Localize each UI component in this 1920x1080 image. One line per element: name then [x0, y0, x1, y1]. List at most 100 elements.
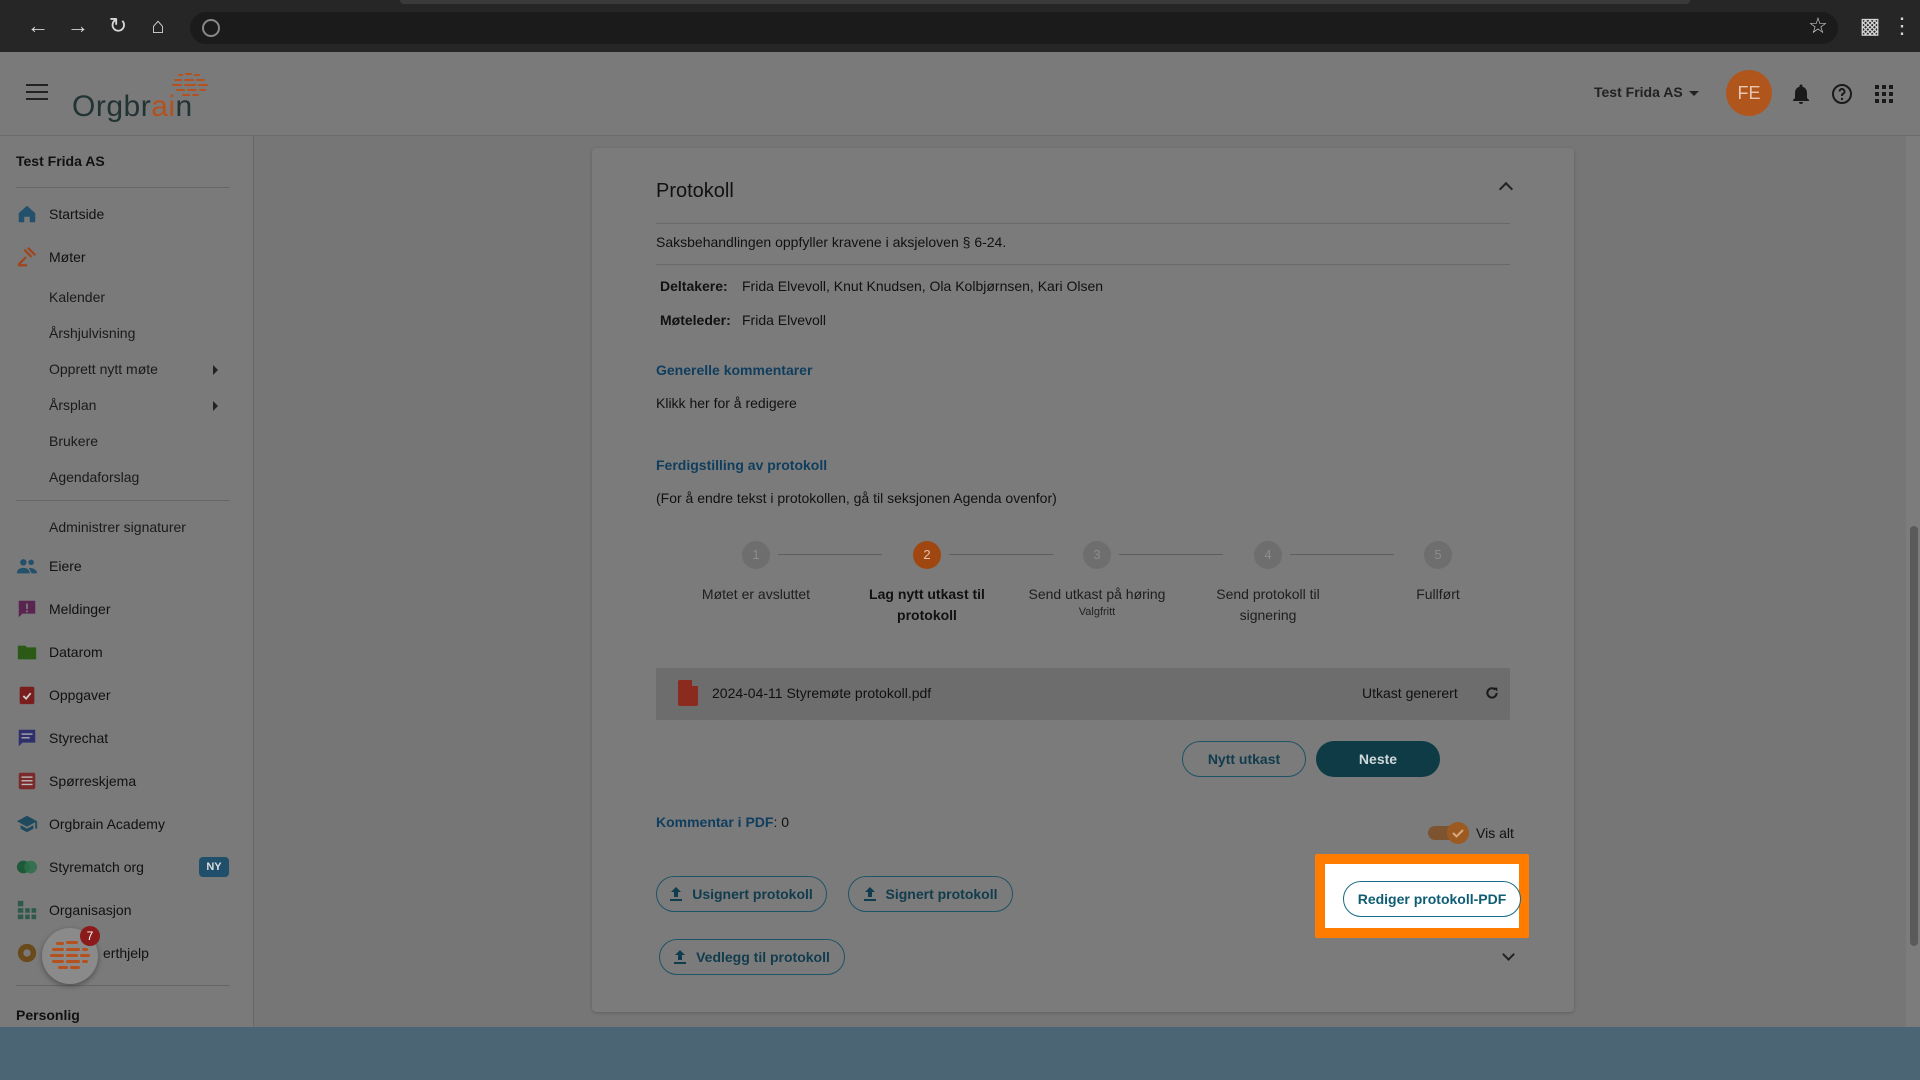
upload-signed-protocol-button[interactable]: Signert protokoll: [848, 876, 1013, 912]
sidebar-item-sporreskjema[interactable]: Spørreskjema: [16, 769, 136, 793]
reload-icon[interactable]: ↻: [106, 14, 130, 38]
sidebar-item-eiere[interactable]: Eiere: [16, 554, 82, 578]
help-icon: [17, 943, 37, 963]
chevron-right-icon[interactable]: [213, 365, 218, 375]
divider: [656, 264, 1510, 265]
next-button[interactable]: Neste: [1316, 741, 1440, 777]
back-icon[interactable]: ←: [26, 14, 50, 38]
show-all-label: Vis alt: [1476, 825, 1514, 841]
sidebar-item-styrechat[interactable]: Styrechat: [16, 726, 108, 750]
scrollbar[interactable]: [1906, 136, 1920, 1027]
highlight-frame: Rediger protokoll-PDF: [1315, 854, 1529, 938]
menu-icon[interactable]: [26, 84, 48, 100]
step-4-label: Send protokoll til signering: [1216, 586, 1320, 623]
step-5-circle: 5: [1424, 541, 1452, 569]
general-comments-edit[interactable]: Klikk her for å redigere: [656, 395, 797, 411]
extensions-icon[interactable]: ▩: [1858, 14, 1882, 38]
sidebar-item-label: Styrechat: [49, 730, 109, 746]
sidebar-item-styrematch-org[interactable]: Styrematch org: [16, 855, 144, 879]
sidebar-sub-agendaforslag[interactable]: Agendaforslag: [49, 469, 139, 485]
address-bar[interactable]: [190, 12, 1838, 44]
avatar[interactable]: FE: [1726, 70, 1772, 116]
people-icon: [16, 559, 38, 574]
sidebar-sub-arshjulvisning[interactable]: Årshjulvisning: [49, 325, 135, 341]
card-title: Protokoll: [656, 180, 734, 202]
caret-down-icon: [1688, 90, 1699, 96]
chat-icon: [18, 729, 36, 747]
divider: [16, 500, 230, 501]
new-draft-button[interactable]: Nytt utkast: [1182, 741, 1306, 777]
sidebar-item-orgbrain-academy[interactable]: Orgbrain Academy: [16, 812, 165, 836]
stepper-connector: [949, 554, 1053, 555]
sidebar-item-label: Oppgaver: [49, 687, 111, 703]
sidebar-section-personlig: Personlig: [16, 1007, 80, 1023]
apps-grid-icon[interactable]: [1872, 82, 1896, 106]
upload-unsigned-protocol-button[interactable]: Usignert protokoll: [656, 876, 827, 912]
sidebar-sub-kalender[interactable]: Kalender: [49, 289, 105, 305]
app-window: Orgbrain Test Frida AS FE Test Frida AS …: [0, 52, 1920, 1027]
upload-attachment-button[interactable]: Vedlegg til protokoll: [659, 939, 845, 975]
step-1-circle: 1: [742, 541, 770, 569]
organization-icon: [17, 900, 37, 920]
home-browser-icon[interactable]: ⌂: [146, 14, 170, 38]
sidebar-sub-administrer-signaturer[interactable]: Administrer signaturer: [49, 519, 186, 535]
logo-wordmark: Orgbrain: [72, 90, 193, 123]
sidebar-item-startside[interactable]: Startside: [16, 202, 104, 226]
sidebar-sub-brukere[interactable]: Brukere: [49, 433, 98, 449]
site-info-icon[interactable]: [202, 19, 220, 37]
stepper-connector: [1290, 554, 1394, 555]
step-4-circle: 4: [1254, 541, 1282, 569]
sidebar-item-label: Organisasjon: [49, 902, 132, 918]
step-3-circle: 3: [1083, 541, 1111, 569]
show-all-toggle[interactable]: [1447, 822, 1469, 844]
sidebar-sub-opprett-nytt-mote[interactable]: Opprett nytt møte: [49, 361, 158, 377]
top-navigation: Orgbrain Test Frida AS FE: [0, 52, 1920, 136]
bell-icon[interactable]: [1789, 82, 1813, 106]
chevron-down-icon[interactable]: [1502, 948, 1515, 961]
organization-selector[interactable]: Test Frida AS: [1594, 84, 1699, 100]
sidebar: Test Frida AS Startside Møter Kalender Å…: [0, 136, 254, 1027]
edit-protocol-pdf-button[interactable]: Rediger protokoll-PDF: [1343, 881, 1521, 917]
chevron-up-icon[interactable]: [1498, 181, 1514, 197]
upload-icon: [863, 887, 876, 901]
file-status: Utkast generert: [1362, 685, 1458, 701]
browser-toolbar: ← → ↻ ⌂ ☆ ▩ ⋮: [0, 0, 1920, 52]
finalize-heading: Ferdigstilling av protokoll: [656, 457, 828, 473]
step-5-label: Fullført: [1416, 586, 1460, 602]
protocol-file-row[interactable]: 2024-04-11 Styremøte protokoll.pdf Utkas…: [656, 668, 1510, 720]
sidebar-sub-arsplan[interactable]: Årsplan: [49, 397, 96, 413]
divider: [656, 223, 1510, 224]
sidebar-item-moter[interactable]: Møter: [16, 245, 86, 269]
sidebar-item-label: Datarom: [49, 644, 103, 660]
refresh-icon[interactable]: [1484, 685, 1500, 701]
message-icon: [18, 600, 36, 618]
new-badge: NY: [199, 857, 229, 877]
sidebar-item-organisasjon[interactable]: Organisasjon: [16, 898, 132, 922]
chevron-right-icon[interactable]: [213, 401, 218, 411]
file-name[interactable]: 2024-04-11 Styremøte protokoll.pdf: [712, 685, 931, 701]
forward-icon[interactable]: →: [66, 14, 90, 38]
orgbrain-logo[interactable]: Orgbrain: [72, 72, 212, 123]
general-comments-heading: Generelle kommentarer: [656, 362, 813, 378]
step-1-label: Møtet er avsluttet: [701, 586, 811, 602]
scrollbar-thumb[interactable]: [1910, 526, 1918, 946]
sidebar-item-datarom[interactable]: Datarom: [16, 640, 103, 664]
browser-tab-strip: [400, 0, 1690, 4]
step-3-optional: Valgfritt: [1078, 606, 1116, 618]
sidebar-item-label: Orgbrain Academy: [49, 816, 165, 832]
sidebar-item-oppgaver[interactable]: Oppgaver: [16, 683, 110, 707]
help-circle-icon[interactable]: [1830, 82, 1854, 106]
browser-menu-icon[interactable]: ⋮: [1890, 14, 1914, 38]
sidebar-item-meldinger[interactable]: Meldinger: [16, 597, 110, 621]
sidebar-org-title: Test Frida AS: [16, 153, 105, 169]
finalize-note: (For å endre tekst i protokollen, gå til…: [656, 490, 1057, 506]
match-icon: [16, 860, 38, 874]
participants-label: Deltakere:: [660, 278, 728, 294]
academy-icon: [16, 815, 38, 833]
stepper-connector: [1119, 554, 1223, 555]
stepper-connector: [778, 554, 882, 555]
check-icon: [1452, 829, 1464, 838]
step-2-label: Lag nytt utkast til protokoll: [869, 586, 985, 623]
upload-icon: [670, 887, 683, 901]
bookmark-star-icon[interactable]: ☆: [1806, 14, 1830, 38]
